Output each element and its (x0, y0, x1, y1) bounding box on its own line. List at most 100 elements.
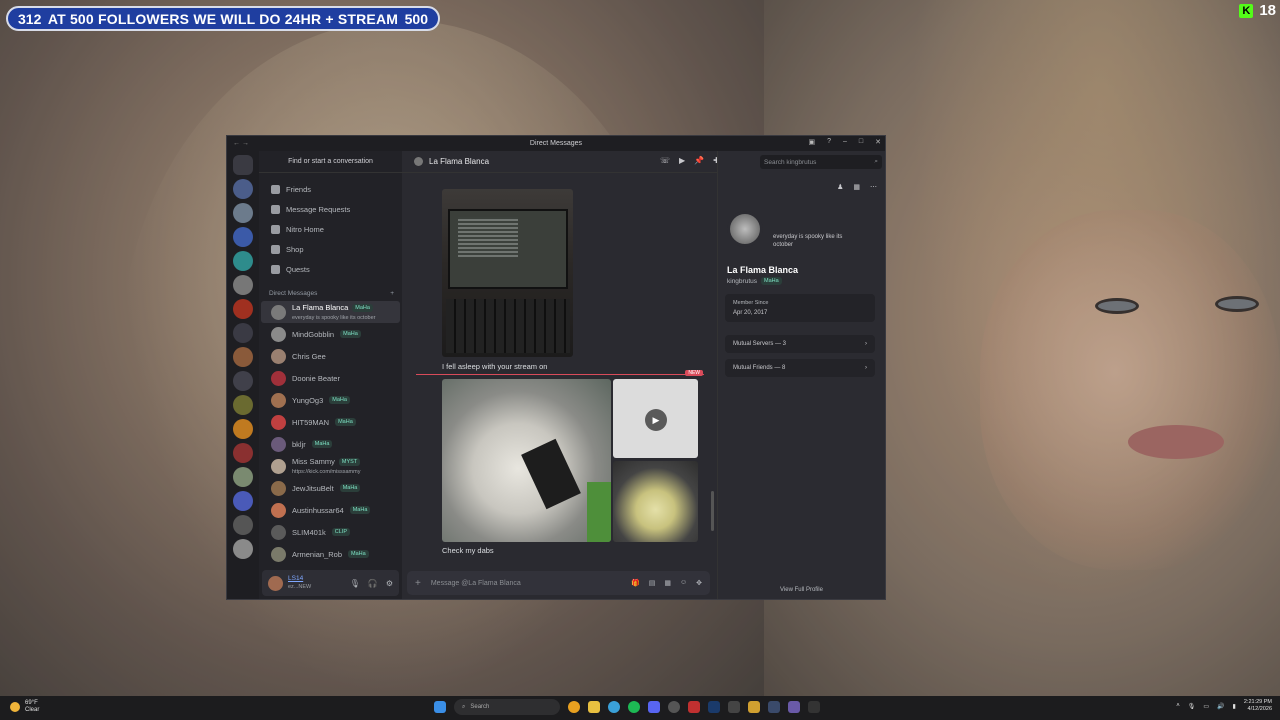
mutual-servers-row[interactable]: Mutual Servers — 3 › (725, 335, 875, 353)
volume-icon[interactable]: 🔊 (1217, 703, 1224, 710)
server-icon[interactable] (233, 419, 253, 439)
terminal-icon[interactable] (728, 701, 740, 713)
help-icon[interactable]: ? (827, 138, 831, 146)
apps-icon[interactable]: ✥ (696, 579, 702, 587)
settings-gear-icon[interactable]: ⚙ (386, 579, 393, 588)
microphone-icon[interactable]: 🎙 (350, 579, 360, 588)
gift-icon[interactable]: 🎁 (631, 579, 640, 587)
play-icon[interactable]: ▶ (645, 409, 667, 431)
jar-photo[interactable] (613, 461, 698, 542)
edge-icon[interactable] (608, 701, 620, 713)
server-icon[interactable] (233, 395, 253, 415)
weather-widget[interactable]: 69°F Clear (10, 700, 39, 714)
server-icon[interactable] (233, 299, 253, 319)
video-call-icon[interactable]: ▶ (679, 156, 685, 165)
attach-plus-icon[interactable]: + (415, 578, 421, 589)
dm-item-yungog3[interactable]: YungOg3 MaHa (261, 389, 400, 411)
app-icon[interactable] (788, 701, 800, 713)
close-icon[interactable]: ✕ (875, 138, 881, 146)
video-attachment[interactable]: ▶ (613, 379, 698, 458)
avatar (271, 348, 286, 364)
server-icon[interactable] (233, 467, 253, 487)
server-icon[interactable] (233, 443, 253, 463)
server-icon[interactable] (233, 347, 253, 367)
dm-item-mindgobblin[interactable]: MindGobblin MaHa (261, 323, 400, 345)
mutual-friends-row[interactable]: Mutual Friends — 8 › (725, 359, 875, 377)
photoshop-icon[interactable] (708, 701, 720, 713)
dm-item-austinhussar64[interactable]: Austinhussar64 MaHa (261, 499, 400, 521)
windows-start-icon[interactable] (434, 701, 446, 713)
spotify-icon[interactable] (628, 701, 640, 713)
server-icon[interactable] (233, 227, 253, 247)
find-conversation-input[interactable]: Find or start a conversation (259, 151, 402, 173)
back-forward-icon[interactable]: ← → (233, 140, 249, 147)
server-icon[interactable] (233, 515, 253, 535)
server-icon[interactable] (233, 323, 253, 343)
discord-icon[interactable] (648, 701, 660, 713)
server-icon[interactable] (233, 539, 253, 559)
dm-item-la-flama-blanca[interactable]: La Flama Blanca MaHa everyday is spooky … (261, 301, 400, 323)
battery-icon[interactable]: ▮ (1233, 703, 1236, 710)
server-icon[interactable] (233, 491, 253, 511)
microphone-icon[interactable]: 🎙 (1188, 703, 1196, 710)
search-input[interactable]: Search kingbrutus ⌕ (760, 155, 882, 169)
pin-icon[interactable]: 📌 (694, 156, 704, 165)
message-composer[interactable]: + Message @La Flama Blanca 🎁 ▤ ▦ ☺ ✥ (407, 571, 710, 595)
chat-scrollbar[interactable] (711, 491, 714, 531)
clock[interactable]: 2:21:29 PM 4/12/2026 (1244, 699, 1272, 713)
maximize-icon[interactable]: □ (859, 138, 863, 146)
headphones-icon[interactable]: 🎧 (368, 579, 378, 588)
server-icon[interactable] (233, 203, 253, 223)
menu-quests[interactable]: Quests (259, 259, 402, 279)
acrobat-icon[interactable] (688, 701, 700, 713)
menu-shop[interactable]: Shop (259, 239, 402, 259)
add-dm-button[interactable]: + (390, 290, 394, 297)
weather-temp: 69°F (25, 700, 38, 706)
inbox-icon[interactable]: ▣ (808, 138, 815, 146)
dm-item-slim401k[interactable]: SLIM401k CLIP (261, 521, 400, 543)
menu-label: Quests (286, 264, 310, 274)
dm-item-miss-sammy[interactable]: Miss Sammy MYST https://kick.com/misssam… (261, 455, 400, 477)
dm-item-bkljr[interactable]: bkljr MaHa (261, 433, 400, 455)
menu-nitro-home[interactable]: Nitro Home (259, 219, 402, 239)
server-icon[interactable] (233, 275, 253, 295)
dm-tag: MaHa (340, 330, 361, 338)
minimize-icon[interactable]: – (843, 138, 847, 146)
view-full-profile-link[interactable]: View Full Profile (718, 587, 885, 593)
server-icon[interactable] (233, 251, 253, 271)
discord-home-icon[interactable] (233, 155, 253, 175)
server-icon[interactable] (233, 179, 253, 199)
gif-icon[interactable]: ▤ (649, 579, 656, 587)
app-icon[interactable] (748, 701, 760, 713)
dm-item-doonie-beater[interactable]: Doonie Beater (261, 367, 400, 389)
dm-name: Armenian_Rob (292, 549, 343, 559)
dm-item-chris-gee[interactable]: Chris Gee (261, 345, 400, 367)
profile-avatar[interactable] (727, 211, 763, 247)
laptop-photo[interactable] (442, 189, 573, 357)
obs-icon[interactable] (668, 701, 680, 713)
dm-item-armenian-rob[interactable]: Armenian_Rob MaHa (261, 543, 400, 565)
menu-message-requests[interactable]: Message Requests (259, 199, 402, 219)
voice-call-icon[interactable]: ☏ (660, 156, 670, 165)
more-options-icon[interactable]: ⋯ (870, 183, 877, 191)
menu-friends[interactable]: Friends (259, 179, 402, 199)
sticker-icon[interactable]: ▦ (664, 579, 671, 587)
chrome-icon[interactable] (568, 701, 580, 713)
tray-chevron-icon[interactable]: ˄ (1176, 703, 1180, 709)
dm-item-hit59man[interactable]: HIT59MAN MaHa (261, 411, 400, 433)
network-icon[interactable]: ▭ (1203, 703, 1209, 710)
file-explorer-icon[interactable] (588, 701, 600, 713)
dm-item-jewjitsubelt[interactable]: JewJitsuBelt MaHa (261, 477, 400, 499)
dab-photo[interactable] (442, 379, 611, 542)
taskbar-search[interactable]: ⌕ Search (454, 699, 560, 715)
server-icon[interactable] (233, 371, 253, 391)
user-avatar[interactable] (268, 575, 283, 591)
gift-icon[interactable]: ▦ (853, 183, 860, 191)
app-icon[interactable] (808, 701, 820, 713)
app-icon[interactable] (768, 701, 780, 713)
user-name[interactable]: LS14 (288, 575, 311, 583)
add-friend-icon[interactable]: ♟ (837, 183, 843, 191)
profile-username: kingbrutus (727, 277, 757, 285)
dm-name: HIT59MAN (292, 417, 330, 427)
emoji-icon[interactable]: ☺ (680, 579, 687, 587)
